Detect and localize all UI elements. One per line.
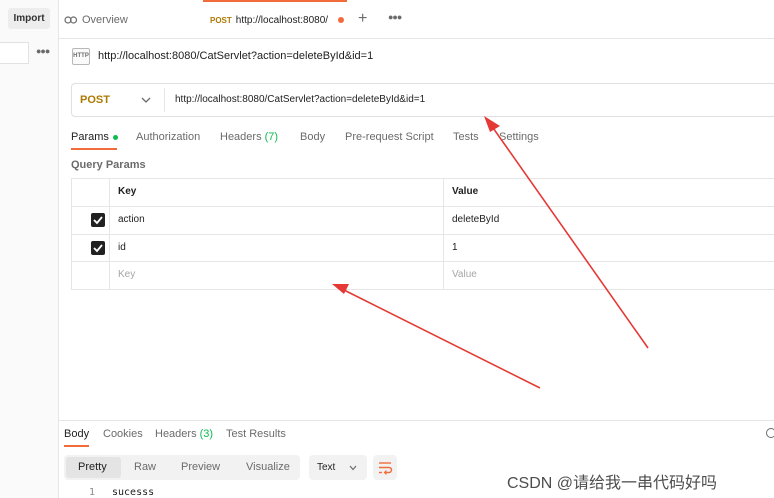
param-key[interactable]: action [118,214,145,225]
unsaved-dot-icon [337,17,344,23]
tab-more-icon[interactable]: ●●● [388,12,402,22]
response-tab-underline [64,445,89,447]
line-number: 1 [89,487,96,498]
globe-icon[interactable] [766,428,774,438]
tab-headers-label: Headers [220,131,262,143]
tab-params-label: Params [71,131,109,143]
wrap-lines-icon [379,462,393,475]
tab-url: http://localhost:8080/ [235,14,329,26]
url-input[interactable]: http://localhost:8080/CatServlet?action=… [175,94,425,105]
sidebar-search-input[interactable] [0,42,29,64]
response-divider[interactable] [59,420,774,421]
table-col-divider [443,178,444,290]
annotation-arrow [332,284,541,389]
tab-headers[interactable]: Headers (7) [220,131,278,143]
response-tab-cookies[interactable]: Cookies [103,428,143,440]
table-row-divider [71,261,774,262]
method-select[interactable]: POST [80,94,110,106]
row-checkbox[interactable] [91,213,105,227]
request-title[interactable]: http://localhost:8080/CatServlet?action=… [98,50,373,62]
param-value[interactable]: deleteById [452,214,499,225]
sidebar [0,0,59,498]
tab-overview-label: Overview [82,14,128,26]
tab-request[interactable]: POST http://localhost:8080/ [203,0,347,38]
response-tab-headers-label: Headers [155,428,197,440]
checkmark-icon [93,244,103,253]
new-tab-plus-icon[interactable]: + [358,10,367,28]
new-param-value-input[interactable]: Value [452,269,477,280]
checkmark-icon [93,216,103,225]
wrap-lines-button[interactable] [373,455,397,480]
watermark: CSDN @请给我一串代码好吗 [507,475,718,492]
format-preview[interactable]: Preview [181,461,220,473]
tab-method: POST [210,15,232,25]
url-divider [164,88,165,112]
row-checkbox[interactable] [91,241,105,255]
response-tab-headers[interactable]: Headers (3) [155,428,213,440]
new-param-key-input[interactable]: Key [118,269,135,280]
tab-tests[interactable]: Tests [453,131,479,143]
table-col-divider [109,178,110,290]
chevron-down-icon[interactable] [140,94,152,106]
overview-icon [64,16,78,24]
params-active-dot-icon [112,134,118,140]
tab-bar [59,0,774,39]
http-icon: HTTP [72,48,90,65]
tab-pre-request-script[interactable]: Pre-request Script [345,131,434,143]
table-row-divider [71,234,774,235]
sidebar-more-icon[interactable]: ●●● [36,46,50,56]
chevron-down-icon [349,465,357,471]
tab-overview[interactable]: Overview [64,12,128,28]
query-params-heading: Query Params [71,159,146,171]
format-pretty[interactable]: Pretty [78,461,107,473]
param-key[interactable]: id [118,242,126,253]
response-body-text: sucesss [112,487,155,498]
column-header-key: Key [118,186,137,197]
column-header-value: Value [452,186,479,197]
format-raw[interactable]: Raw [134,461,156,473]
param-value[interactable]: 1 [452,242,458,253]
tab-headers-count: (7) [264,131,279,143]
table-row-divider [71,206,774,207]
tab-params-underline [71,148,117,150]
tab-params[interactable]: Params [71,131,118,143]
response-tab-headers-count: (3) [199,428,214,440]
import-button[interactable]: Import [8,8,50,29]
format-visualize[interactable]: Visualize [246,461,290,473]
response-tab-test-results[interactable]: Test Results [226,428,286,440]
response-tab-body[interactable]: Body [64,428,89,440]
tab-authorization[interactable]: Authorization [136,131,200,143]
tab-settings[interactable]: Settings [499,131,539,143]
response-type-label: Text [317,462,336,473]
tab-body[interactable]: Body [300,131,325,143]
